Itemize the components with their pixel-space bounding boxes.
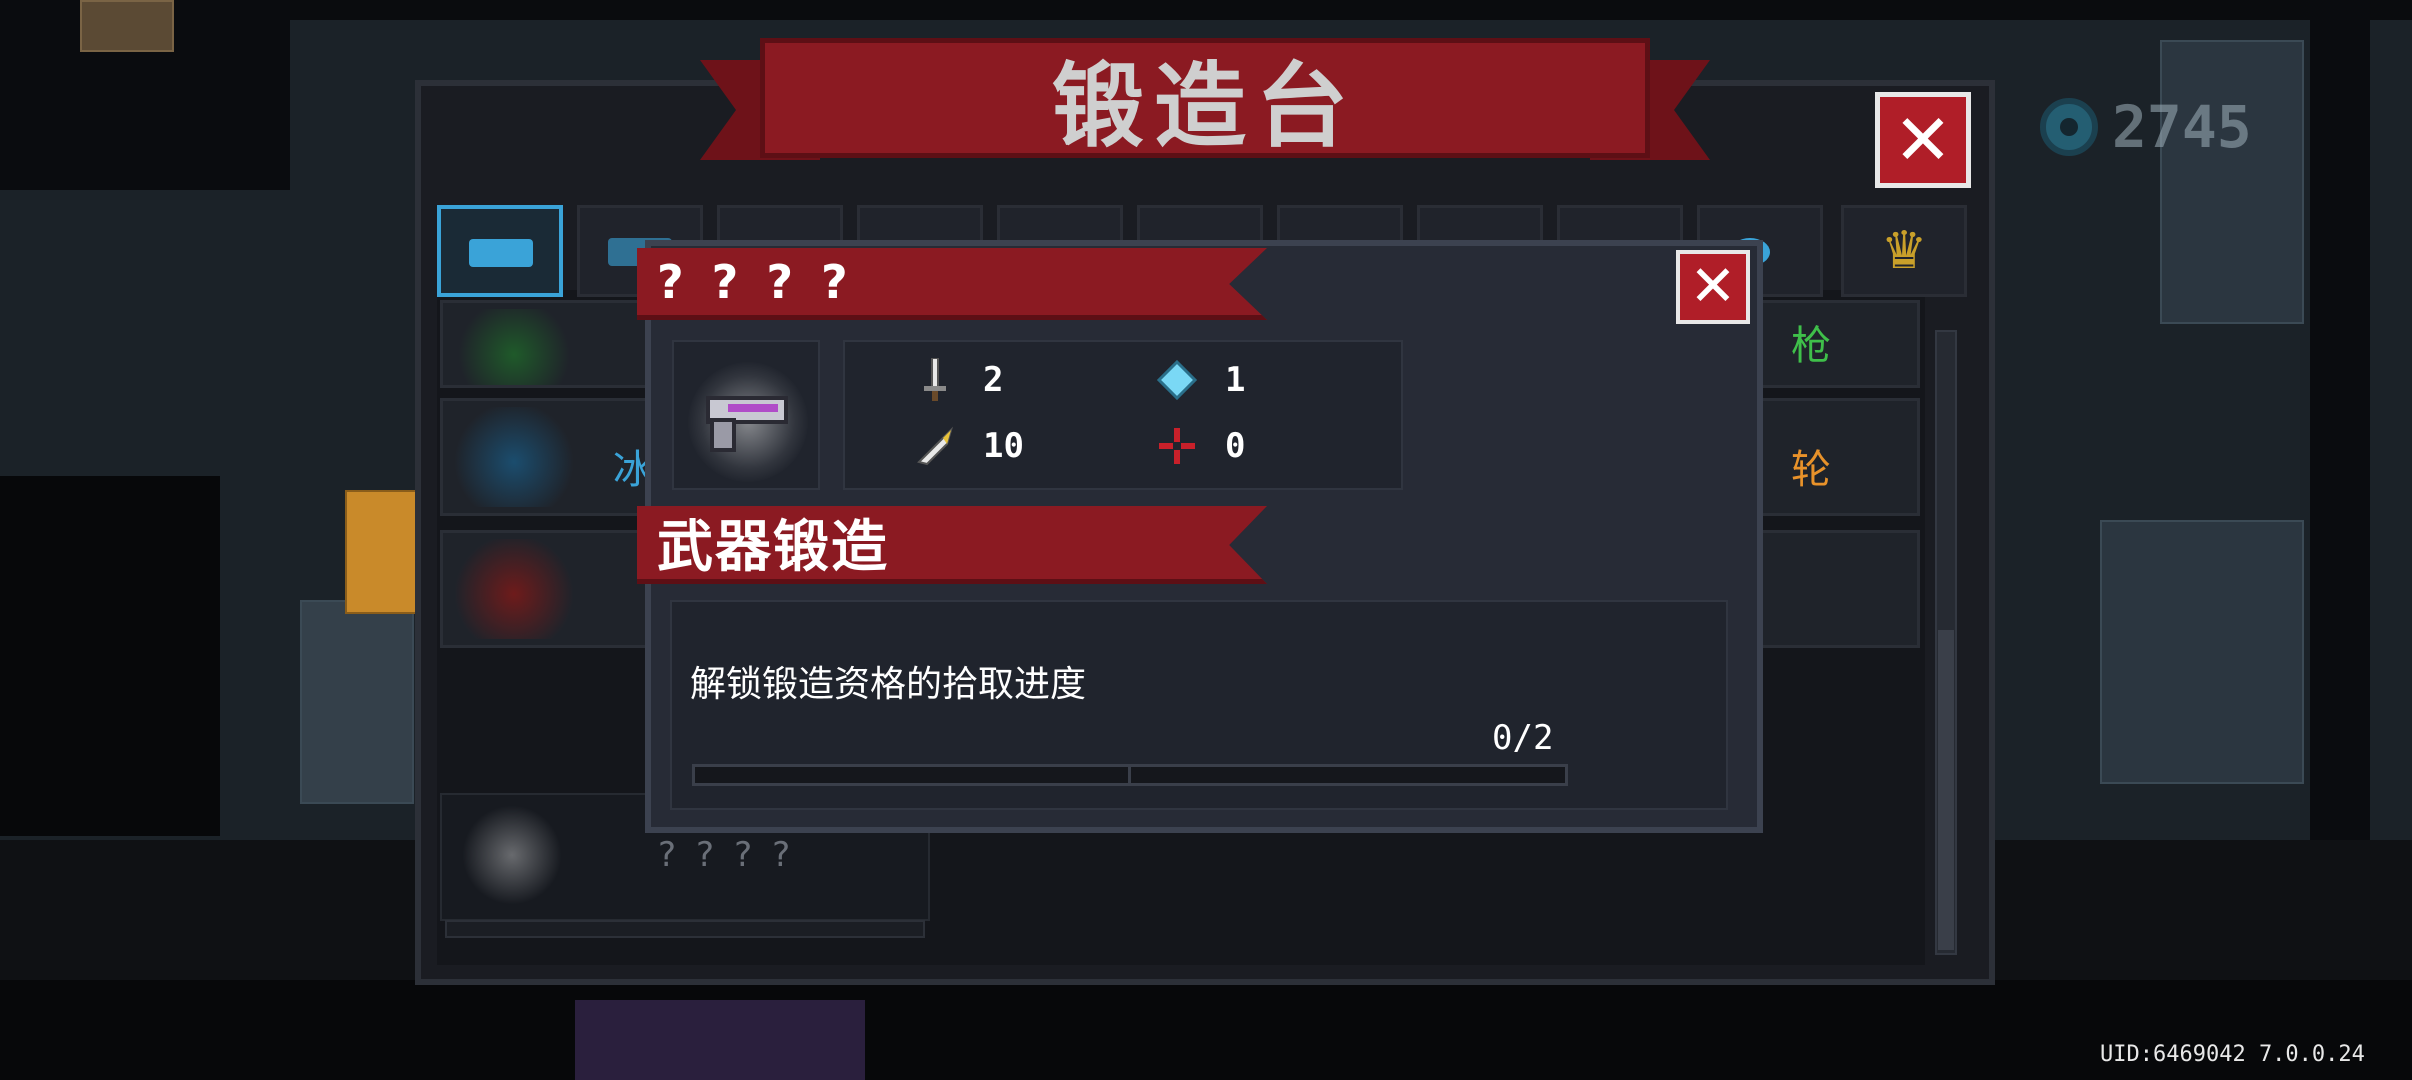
- progress-label: 解锁锻造资格的拾取进度: [690, 664, 1087, 705]
- stat-attack: 2: [915, 358, 1004, 401]
- progress-count: 0/2: [1492, 718, 1554, 758]
- gem-icon: [2040, 98, 2098, 156]
- locked-weapon-name: ????: [658, 835, 811, 875]
- dialog-close-button[interactable]: ✕: [1676, 250, 1750, 324]
- scrollbar-thumb[interactable]: [1938, 630, 1954, 950]
- weapon-thumbnail: [449, 407, 579, 507]
- progress-divider: [1128, 764, 1131, 786]
- room-wall: [0, 0, 2412, 20]
- stat-accuracy-value: 0: [1225, 426, 1246, 466]
- stat-energy: 1: [1157, 360, 1245, 400]
- weapon-name: 枪: [1791, 323, 1831, 369]
- room-right-wall: [2310, 0, 2370, 840]
- machine-prop: [2100, 520, 2304, 784]
- close-button[interactable]: ✕: [1875, 92, 1971, 188]
- close-icon: ✕: [1689, 254, 1737, 319]
- notice-board-prop: [80, 0, 174, 52]
- weapon-thumbnail: [449, 539, 579, 639]
- shelf-prop: [2160, 40, 2304, 324]
- crosshair-icon: [1157, 426, 1197, 466]
- section-ribbon: 武器锻造: [637, 506, 1267, 584]
- weapon-preview: [672, 340, 820, 490]
- close-icon: ✕: [1893, 99, 1953, 181]
- room-shadow-left: [0, 476, 220, 836]
- laser-pistol-icon: [706, 396, 788, 452]
- character-sprite[interactable]: [345, 490, 419, 614]
- weapon-stats: 2 1 10 0: [843, 340, 1403, 490]
- stat-crit-value: 10: [983, 426, 1024, 466]
- crystal-icon: [1157, 360, 1197, 400]
- portal-door: [575, 1000, 865, 1080]
- tab-pistol[interactable]: [437, 205, 563, 297]
- stat-accuracy: 0: [1157, 426, 1245, 466]
- page-title: 锻造台: [1051, 52, 1358, 160]
- gas-tank-prop: [300, 600, 414, 804]
- currency-display: 2745: [2040, 92, 2252, 162]
- tab-crown[interactable]: ♛: [1841, 205, 1967, 297]
- pistol-icon: [469, 239, 533, 267]
- stat-crit: 10: [915, 426, 1024, 466]
- stat-energy-value: 1: [1225, 360, 1246, 400]
- weapon-name: 轮: [1791, 447, 1831, 493]
- crown-icon: ♛: [1880, 221, 1928, 281]
- room-dark-corner: [0, 0, 290, 190]
- currency-value: 2745: [2112, 93, 2252, 161]
- dialog-title-ribbon: ????: [637, 248, 1267, 320]
- room-shadow-bottom: [0, 980, 2412, 1080]
- bullet-icon: [915, 426, 955, 466]
- stat-attack-value: 2: [983, 360, 1004, 400]
- title-banner: 锻造台: [700, 30, 1710, 170]
- dialog-title: ????: [657, 254, 876, 309]
- locked-weapon-progress: [445, 920, 925, 938]
- weapon-thumbnail: [462, 805, 562, 905]
- weapon-thumbnail: [449, 309, 579, 385]
- uid-version-label: UID:6469042 7.0.0.24: [2100, 1042, 2365, 1067]
- sword-icon: [915, 358, 955, 401]
- section-title: 武器锻造: [657, 515, 889, 580]
- banner-body: 锻造台: [760, 38, 1650, 160]
